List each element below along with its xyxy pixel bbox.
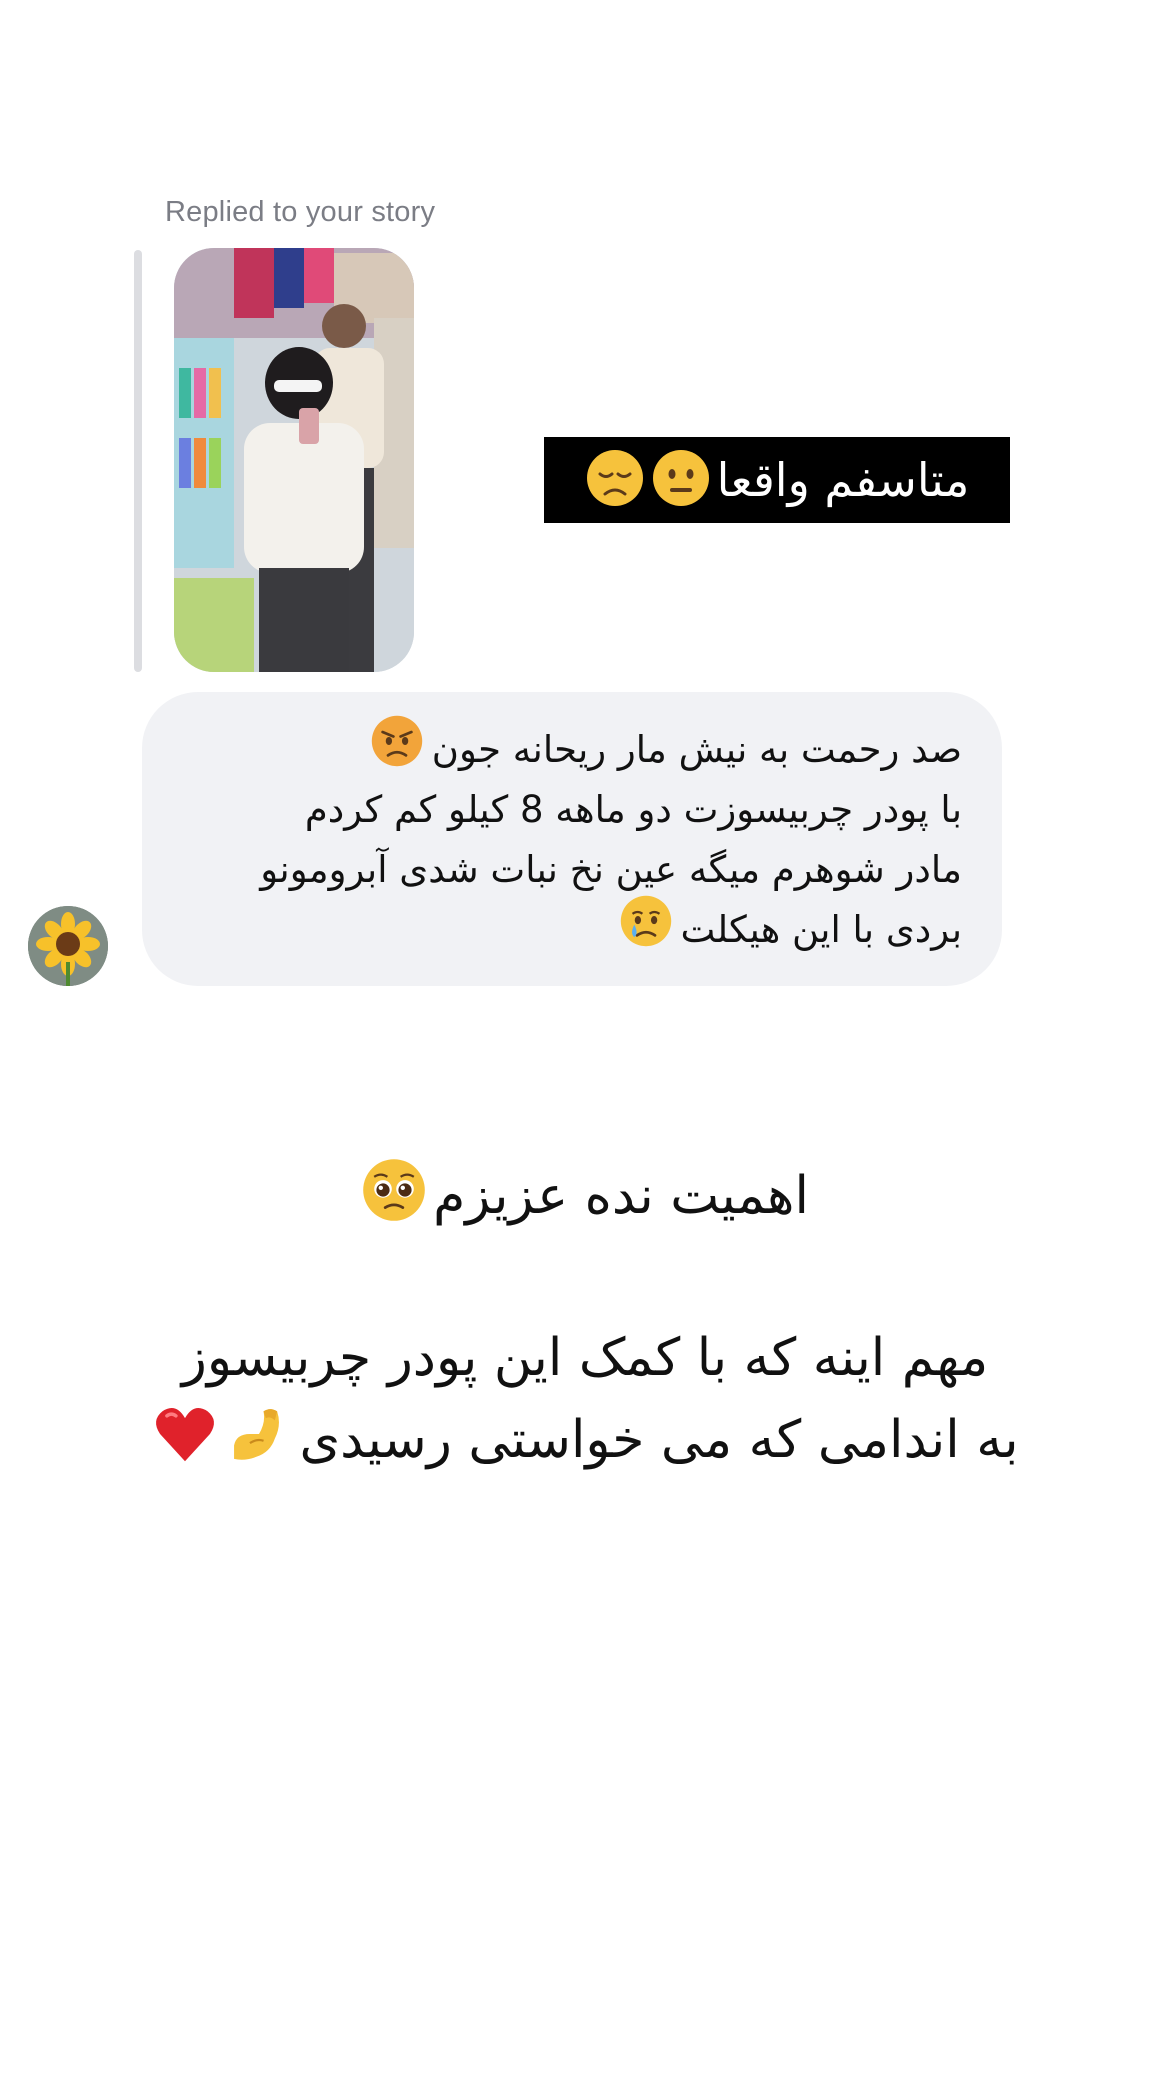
story-thumbnail[interactable] — [174, 248, 414, 672]
story-overlay-line-2: مهم اینه که با کمک این پودر چربیسوز — [100, 1320, 1070, 1396]
neutral-face-icon — [651, 448, 711, 512]
story-overlay-text-2: مهم اینه که با کمک این پودر چربیسوز — [181, 1328, 989, 1388]
message-text-1: صد رحمت به نیش مار ریحانه جون — [431, 728, 962, 771]
story-overlay-line-3: به اندامی که می خواستی رسیدی — [100, 1400, 1070, 1480]
message-text-4: بردی با این هیکلت — [680, 908, 962, 951]
caption-text: متاسفم واقعا — [716, 453, 970, 507]
angry-face-icon — [370, 714, 424, 786]
pleading-face-icon — [361, 1157, 427, 1236]
red-heart-icon — [151, 1400, 219, 1481]
story-overlay-text-1: اهمیت نده عزیزم — [433, 1166, 809, 1226]
message-text-3: مادر شوهرم میگه عین نخ نبات شدی آبرومونو — [260, 848, 962, 891]
message-line-2: با پودر چربیسوزت دو ماهه 8 کیلو کم کردم — [178, 780, 962, 840]
message-bubble[interactable]: صد رحمت به نیش مار ریحانه جون با پودر چر… — [142, 692, 1002, 986]
story-overlay-text-3: به اندامی که می خواستی رسیدی — [299, 1410, 1019, 1470]
story-overlay-line-1: اهمیت نده عزیزم — [100, 1158, 1070, 1234]
crying-face-icon — [619, 894, 673, 966]
sender-avatar[interactable] — [28, 906, 108, 986]
flexed-biceps-icon — [225, 1400, 293, 1481]
message-line-4: بردی با این هیکلت — [178, 895, 962, 960]
reply-quote-bar — [134, 250, 142, 672]
story-caption: متاسفم واقعا — [544, 437, 1010, 523]
reply-label: Replied to your story — [165, 196, 436, 228]
disappointed-face-icon — [585, 448, 645, 512]
message-line-3: مادر شوهرم میگه عین نخ نبات شدی آبرومونو — [178, 840, 962, 900]
message-text-2: با پودر چربیسوزت دو ماهه 8 کیلو کم کردم — [304, 788, 962, 831]
message-line-1: صد رحمت به نیش مار ریحانه جون — [178, 715, 962, 780]
